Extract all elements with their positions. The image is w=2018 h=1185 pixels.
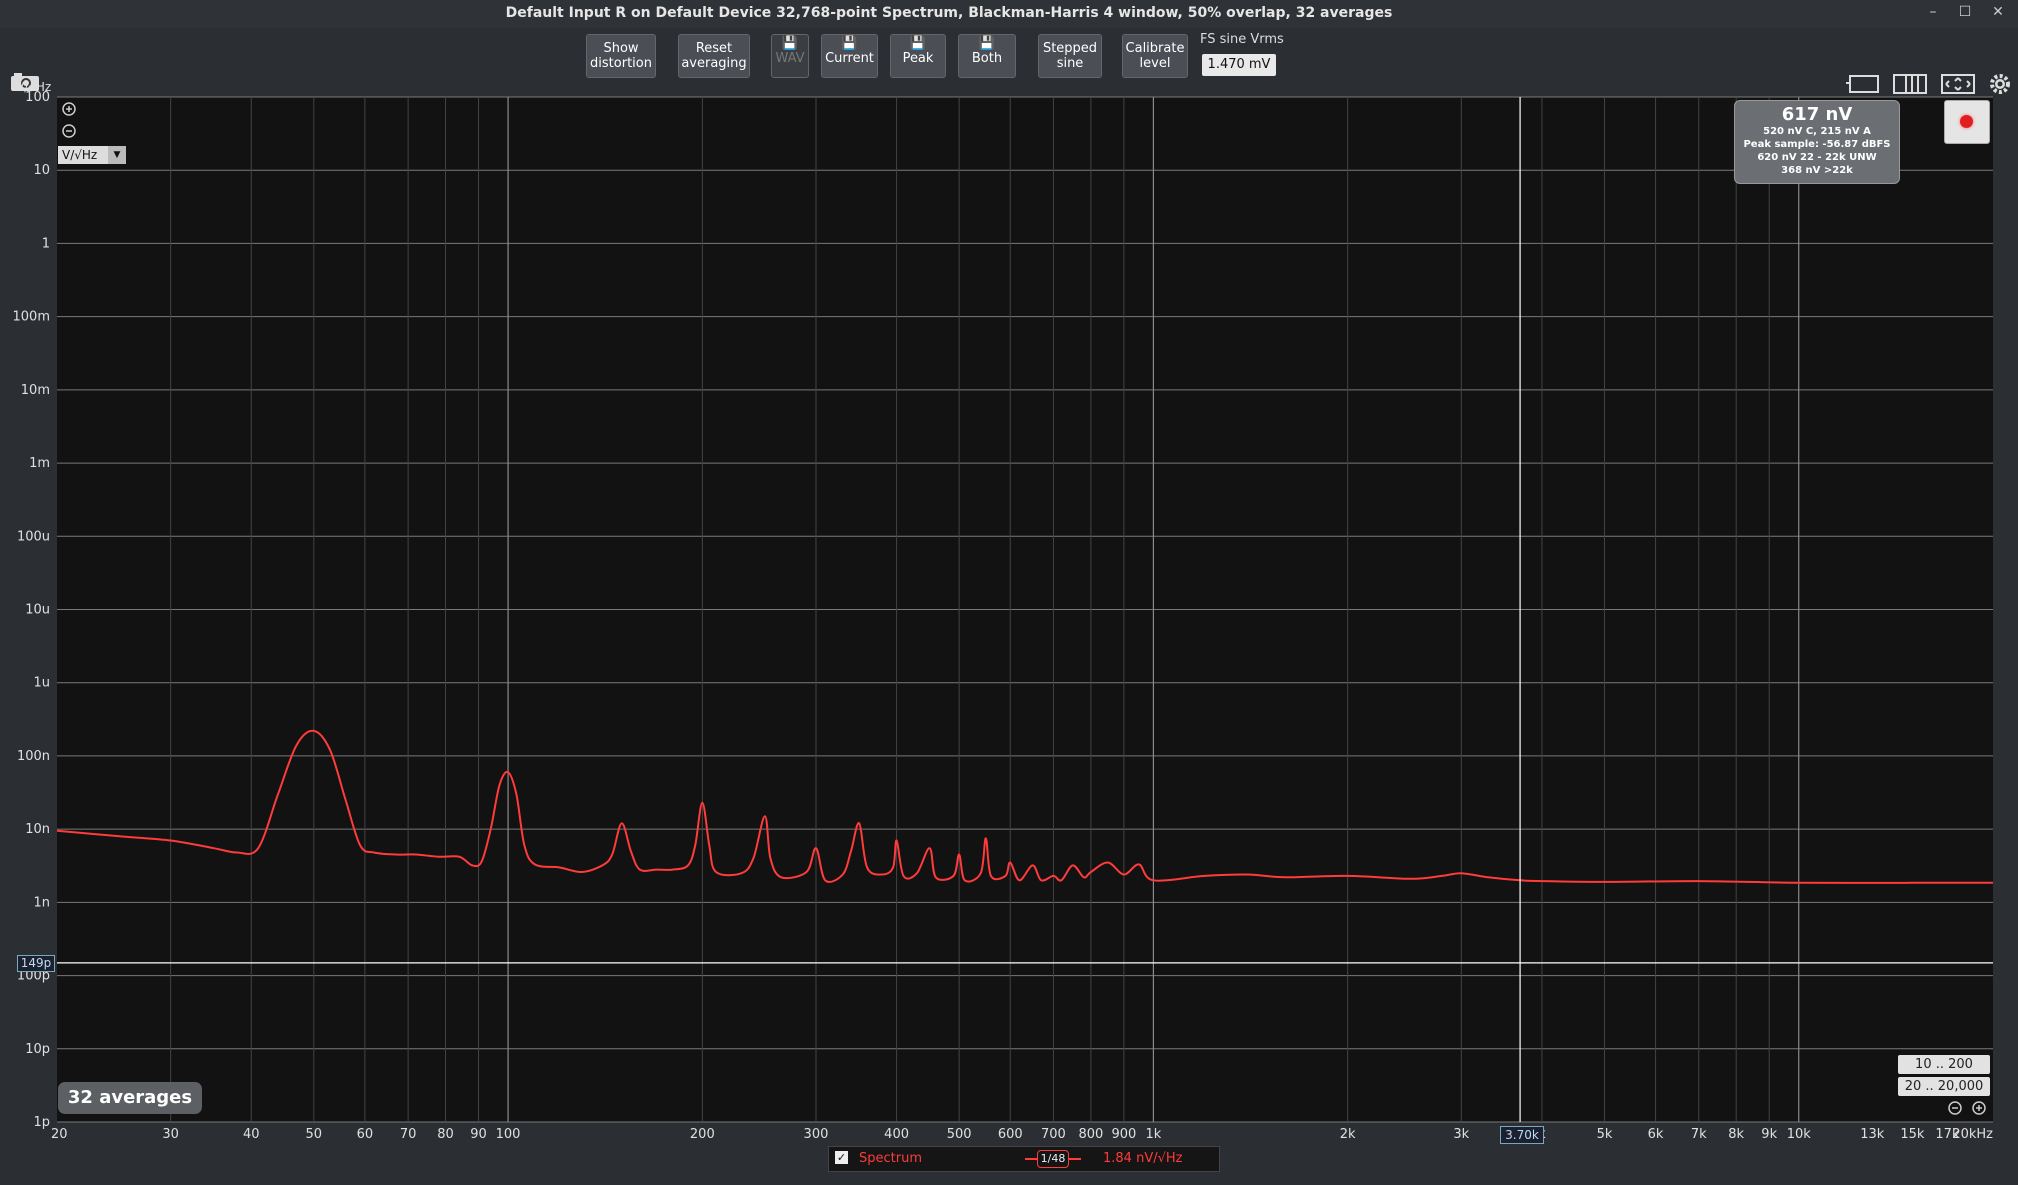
x-tick-label: 400 bbox=[884, 1127, 909, 1142]
zoom-out-icon[interactable] bbox=[61, 123, 77, 139]
x-tick-label: 700 bbox=[1041, 1127, 1066, 1142]
x-tick-label: 10k bbox=[1787, 1127, 1812, 1142]
x-tick-label: 20kHz bbox=[1952, 1127, 1993, 1142]
averages-badge: 32 averages bbox=[58, 1082, 202, 1114]
legend-value: 1.84 nV/√Hz bbox=[1103, 1151, 1183, 1166]
y-tick-label: 100n bbox=[17, 749, 50, 764]
x-tick-label: 900 bbox=[1111, 1127, 1136, 1142]
x-tick-label: 5k bbox=[1597, 1127, 1613, 1142]
y-tick-label: 1u bbox=[33, 676, 50, 691]
zoom-in-icon[interactable] bbox=[61, 101, 77, 117]
x-tick-label: 200 bbox=[690, 1127, 715, 1142]
cursor-y-label: 149p bbox=[17, 955, 55, 972]
x-zoom-in-icon[interactable] bbox=[1971, 1100, 1987, 1116]
y-tick-label: 10 bbox=[33, 163, 50, 178]
x-tick-label: 100 bbox=[496, 1127, 521, 1142]
readout-line: 520 nV C, 215 nV A bbox=[1763, 126, 1871, 137]
x-tick-label: 15k bbox=[1900, 1127, 1925, 1142]
range-10-200-button[interactable]: 10 .. 200 bbox=[1898, 1055, 1990, 1074]
y-tick-label: 100u bbox=[17, 529, 50, 544]
x-tick-label: 300 bbox=[804, 1127, 829, 1142]
x-tick-label: 2k bbox=[1340, 1127, 1356, 1142]
x-tick-label: 7k bbox=[1691, 1127, 1707, 1142]
legend-series-name: Spectrum bbox=[859, 1151, 922, 1166]
y-tick-label: 10u bbox=[25, 603, 50, 618]
smoothing-selector[interactable]: 1/48 bbox=[1037, 1150, 1069, 1168]
x-zoom-out-icon[interactable] bbox=[1947, 1100, 1963, 1116]
y-tick-label: 1 bbox=[42, 236, 50, 251]
x-tick-label: 9k bbox=[1761, 1127, 1777, 1142]
y-axis-unit-label: V/√Hz bbox=[16, 80, 51, 94]
y-tick-label: 100m bbox=[13, 310, 50, 325]
y-tick-label: 1n bbox=[33, 895, 50, 910]
chevron-down-icon: ▼ bbox=[108, 146, 126, 164]
x-tick-label: 40 bbox=[243, 1127, 260, 1142]
cursor-x-label: 3.70k bbox=[1500, 1126, 1544, 1144]
x-tick-label: 800 bbox=[1078, 1127, 1103, 1142]
x-tick-label: 50 bbox=[306, 1127, 323, 1142]
x-tick-label: 60 bbox=[357, 1127, 374, 1142]
x-tick-label: 20 bbox=[51, 1127, 68, 1142]
x-tick-label: 8k bbox=[1728, 1127, 1744, 1142]
x-tick-label: 90 bbox=[470, 1127, 487, 1142]
spectrum-chart[interactable]: 100101100m10m1m100u10u1u100n10n1n100p10p… bbox=[0, 0, 2018, 1185]
legend-checkbox[interactable]: ✓ bbox=[835, 1151, 848, 1164]
y-tick-label: 1p bbox=[33, 1115, 50, 1130]
readout-line: 620 nV 22 - 22k UNW bbox=[1757, 152, 1877, 163]
y-tick-label: 10n bbox=[25, 822, 50, 837]
x-tick-label: 30 bbox=[162, 1127, 179, 1142]
x-tick-label: 600 bbox=[998, 1127, 1023, 1142]
unit-selector[interactable]: V/√Hz ▼ bbox=[58, 146, 126, 164]
record-button[interactable] bbox=[1944, 100, 1990, 144]
readout-line: Peak sample: -56.87 dBFS bbox=[1743, 139, 1891, 150]
y-tick-label: 10p bbox=[25, 1042, 50, 1057]
level-readout: 617 nV 520 nV C, 215 nV A Peak sample: -… bbox=[1734, 100, 1900, 184]
record-icon bbox=[1960, 115, 1973, 128]
x-tick-label: 70 bbox=[400, 1127, 417, 1142]
readout-main: 617 nV bbox=[1781, 104, 1853, 125]
x-tick-label: 13k bbox=[1860, 1127, 1885, 1142]
x-tick-label: 80 bbox=[437, 1127, 454, 1142]
legend: ✓ Spectrum 1/48 1.84 nV/√Hz bbox=[828, 1146, 1220, 1172]
x-tick-label: 1k bbox=[1145, 1127, 1161, 1142]
readout-line: 368 nV >22k bbox=[1781, 165, 1853, 176]
y-tick-label: 10m bbox=[21, 383, 50, 398]
x-tick-label: 6k bbox=[1648, 1127, 1664, 1142]
x-tick-label: 500 bbox=[947, 1127, 972, 1142]
range-20-20000-button[interactable]: 20 .. 20,000 bbox=[1898, 1077, 1990, 1096]
x-tick-label: 3k bbox=[1453, 1127, 1469, 1142]
y-tick-label: 1m bbox=[29, 456, 50, 471]
